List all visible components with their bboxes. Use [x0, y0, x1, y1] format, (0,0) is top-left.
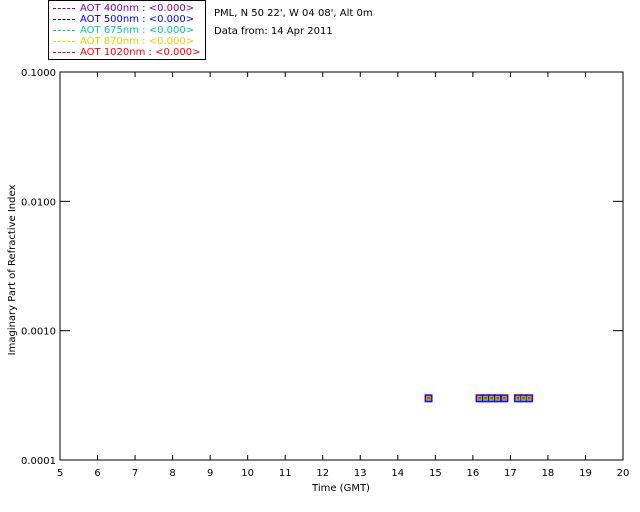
x-tick-label: 20 — [617, 468, 630, 479]
x-tick-label: 16 — [466, 468, 479, 479]
x-tick-label: 5 — [57, 468, 63, 479]
chart-area: 5 6 7 8 9 10 11 12 13 14 15 16 17 18 19 20 0.0001 0.0010… — [7, 68, 630, 494]
x-tick-label: 13 — [354, 468, 367, 479]
x-tick-label: 14 — [391, 468, 404, 479]
y-axis-label: Imaginary Part of Refractive Index — [7, 185, 18, 356]
y-tick-label: 0.1000 — [21, 68, 56, 79]
x-tick-label: 11 — [279, 468, 292, 479]
x-axis-label: Time (GMT) — [311, 483, 370, 494]
x-axis: 5 6 7 8 9 10 11 12 13 14 15 16 17 18 19 20 — [57, 72, 630, 479]
y-axis: 0.0001 0.0010 0.0100 0.1000 — [21, 68, 623, 467]
x-tick-label: 8 — [169, 468, 175, 479]
x-tick-label: 17 — [504, 468, 517, 479]
x-tick-label: 12 — [316, 468, 329, 479]
y-tick-label: 0.0001 — [21, 456, 56, 467]
x-tick-label: 18 — [542, 468, 555, 479]
x-tick-label: 19 — [579, 468, 592, 479]
x-tick-label: 15 — [429, 468, 442, 479]
y-tick-label: 0.0100 — [21, 197, 56, 208]
y-tick-label: 0.0010 — [21, 327, 56, 338]
x-tick-label: 10 — [241, 468, 254, 479]
x-tick-label: 7 — [132, 468, 138, 479]
plot-frame — [59, 71, 624, 461]
x-tick-label: 9 — [207, 468, 213, 479]
data-points — [424, 394, 534, 403]
x-tick-label: 6 — [94, 468, 100, 479]
